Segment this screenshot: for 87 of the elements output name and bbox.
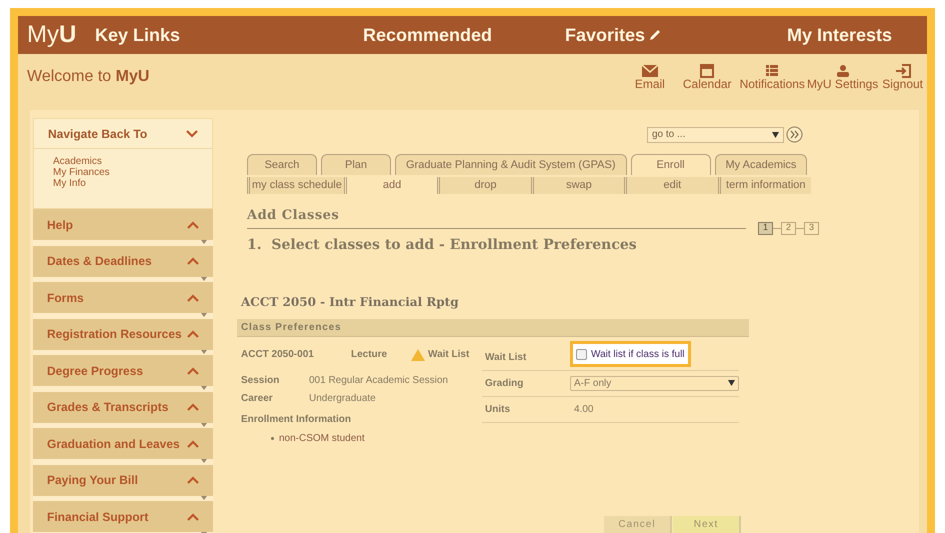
chevron-up-icon — [187, 330, 199, 338]
tab[interactable]: Search — [247, 154, 317, 175]
sidebar-link[interactable]: My Finances — [53, 167, 110, 178]
small-arrow-icon — [201, 350, 207, 354]
small-arrow-icon — [201, 313, 207, 317]
bullet-icon — [271, 436, 274, 440]
step-indicator: 3 — [804, 222, 819, 234]
signout-icon — [894, 64, 912, 78]
subtab[interactable]: drop — [437, 177, 531, 194]
small-arrow-icon — [201, 459, 207, 463]
small-arrow-icon — [201, 386, 207, 390]
small-arrow-icon — [201, 240, 207, 244]
toolbar-link[interactable]: MyU Settings — [806, 64, 878, 90]
chevron-up-icon — [187, 294, 199, 302]
sidebar-section[interactable]: Degree Progress — [33, 355, 213, 386]
preference-label: Units — [484, 402, 511, 416]
toolbar-link[interactable]: Calendar — [682, 64, 732, 90]
toolbar-link[interactable]: Email — [634, 64, 665, 90]
nav-link[interactable]: Favorites — [565, 22, 646, 48]
sidebar-section[interactable]: Registration Resources — [33, 318, 213, 350]
chevron-up-icon — [187, 476, 199, 484]
sidebar-section[interactable]: Paying Your Bill — [33, 464, 213, 496]
class-number: ACCT 2050-001 — [241, 348, 315, 362]
section-header: Class Preferences — [237, 318, 749, 336]
dropdown-arrow-icon — [772, 132, 779, 138]
go-button-icon[interactable] — [786, 126, 803, 143]
subtab[interactable]: edit — [624, 177, 718, 194]
welcome-text: Welcome to MyU — [27, 67, 150, 87]
toolbar-link[interactable]: Notifications — [740, 64, 805, 90]
checkbox[interactable] — [576, 348, 587, 360]
myu-logo[interactable]: MyU — [18, 17, 89, 53]
sidebar-section[interactable]: Dates & Deadlines — [33, 246, 213, 276]
class-component: Lecture — [351, 348, 388, 362]
page-title: Add Classes — [247, 206, 746, 228]
sidebar-link[interactable]: My Info — [53, 178, 86, 189]
tab[interactable]: Plan — [321, 154, 391, 175]
chevron-up-icon — [187, 440, 199, 448]
tab[interactable]: Graduate Planning & Audit System (GPAS) — [395, 154, 627, 175]
sidebar-section[interactable]: Forms — [33, 282, 213, 313]
chevron-up-icon — [187, 220, 199, 228]
sidebar-section[interactable]: Help — [33, 209, 213, 240]
nav-link[interactable]: My Interests — [787, 22, 892, 48]
detail-label: Career — [241, 392, 274, 406]
tab[interactable]: My Academics — [714, 154, 808, 175]
class-status: Wait List — [428, 348, 470, 362]
step-title: 1. Select classes to add - Enrollment Preferences — [247, 236, 638, 254]
small-arrow-icon — [201, 496, 207, 500]
subtab[interactable]: swap — [530, 177, 624, 194]
go-to-select[interactable]: go to ... — [647, 126, 784, 142]
nav-link[interactable]: Key Links — [95, 22, 180, 48]
next-button[interactable]: Next — [673, 516, 741, 533]
toolbar-link[interactable]: Signout — [882, 64, 923, 90]
sidebar-link[interactable]: Academics — [53, 156, 102, 167]
chevron-down-icon — [186, 130, 198, 138]
chevron-up-icon — [187, 403, 199, 411]
small-arrow-icon — [201, 422, 207, 426]
sidebar-section[interactable]: Graduation and Leaves — [33, 428, 213, 459]
step-indicator: 1 — [758, 222, 773, 234]
chevron-up-icon — [187, 366, 199, 374]
subtab[interactable]: term information — [718, 177, 811, 194]
detail-label: Session — [241, 374, 280, 388]
checkbox-label[interactable]: Wait list if class is full — [591, 346, 685, 362]
units-value: 4.00 — [573, 402, 594, 416]
sidebar-section[interactable]: Financial Support — [33, 501, 213, 532]
dropdown-arrow-icon — [728, 380, 735, 386]
preference-label: Grading — [484, 376, 524, 390]
preference-label: Wait List — [484, 350, 528, 364]
cancel-button[interactable]: Cancel — [604, 516, 672, 533]
calendar-icon — [698, 64, 716, 78]
grading-select[interactable]: A-F only — [570, 376, 739, 390]
chevron-up-icon — [187, 257, 199, 265]
course-title: ACCT 2050 - Intr Financial Rptg — [241, 294, 460, 310]
envelope-icon — [640, 64, 659, 78]
chevron-up-icon — [187, 512, 199, 520]
small-arrow-icon — [201, 276, 207, 280]
detail-value: Undergraduate — [309, 392, 376, 406]
subtab[interactable]: my class schedule — [247, 177, 344, 194]
detail-value: 001 Regular Academic Session — [309, 374, 448, 388]
navigate-back-header[interactable]: Navigate Back To — [34, 119, 212, 149]
tab[interactable]: Enroll — [630, 154, 711, 175]
nav-link[interactable]: Recommended — [363, 22, 492, 48]
warning-icon — [411, 348, 425, 360]
sidebar-section[interactable]: Grades & Transcripts — [33, 392, 213, 422]
step-indicator: 2 — [781, 222, 796, 234]
enrollment-info-label: Enrollment Information — [241, 412, 352, 426]
enrollment-info-item: non-CSOM student — [279, 432, 365, 446]
pencil-icon[interactable] — [649, 29, 662, 41]
